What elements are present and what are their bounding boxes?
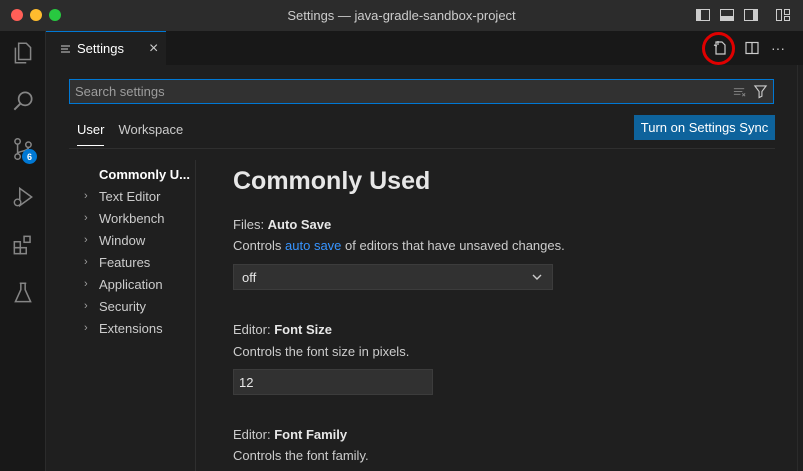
divider bbox=[69, 148, 775, 149]
toc-item-label: Text Editor bbox=[99, 188, 161, 204]
setting-category: Editor: bbox=[233, 427, 275, 442]
chevron-right-icon: › bbox=[84, 190, 88, 202]
toc-item-text-editor[interactable]: › Text Editor bbox=[84, 185, 196, 207]
editor-tab-bar: Settings × ··· bbox=[46, 31, 803, 65]
setting-title-font-family: Editor: Font Family bbox=[233, 427, 347, 442]
setting-title-font-size: Editor: Font Size bbox=[233, 322, 332, 337]
setting-title-auto-save: Files: Auto Save bbox=[233, 217, 331, 232]
tab-settings[interactable]: Settings × bbox=[46, 31, 166, 65]
split-editor-button[interactable] bbox=[741, 37, 763, 59]
chevron-down-icon bbox=[532, 274, 542, 280]
filter-icon[interactable] bbox=[753, 84, 768, 99]
auto-save-link[interactable]: auto save bbox=[285, 238, 341, 253]
activity-bar: 6 bbox=[0, 31, 46, 471]
setting-category: Editor: bbox=[233, 322, 275, 337]
toc-item-label: Workbench bbox=[99, 210, 165, 226]
chevron-right-icon: › bbox=[84, 300, 88, 312]
setting-name: Font Family bbox=[274, 427, 348, 442]
setting-description-font-family: Controls the font family. bbox=[233, 448, 369, 463]
chevron-right-icon: › bbox=[84, 212, 88, 224]
auto-save-select[interactable]: off bbox=[233, 264, 553, 290]
window-title: Settings — java-gradle-sandbox-project bbox=[287, 8, 516, 23]
settings-list-icon bbox=[61, 45, 70, 52]
explorer-icon[interactable] bbox=[0, 33, 46, 73]
customize-layout-icon[interactable] bbox=[775, 7, 791, 23]
settings-toc: Commonly U... › Text Editor › Workbench › W… bbox=[84, 163, 196, 339]
chevron-right-icon: › bbox=[84, 256, 88, 268]
source-control-badge: 6 bbox=[22, 149, 37, 164]
testing-flask-icon[interactable] bbox=[0, 273, 46, 313]
section-heading: Commonly Used bbox=[233, 167, 431, 195]
source-control-icon[interactable]: 6 bbox=[0, 129, 46, 169]
toc-item-commonly-used[interactable]: Commonly U... bbox=[84, 163, 196, 185]
run-debug-icon[interactable] bbox=[0, 177, 46, 217]
toc-item-application[interactable]: › Application bbox=[84, 273, 196, 295]
toc-item-label: Features bbox=[99, 254, 151, 270]
search-input[interactable] bbox=[70, 84, 732, 99]
desc-text: of editors that have unsaved changes. bbox=[341, 238, 565, 253]
desc-text: Controls bbox=[233, 238, 286, 253]
title-bar: Settings — java-gradle-sandbox-project bbox=[0, 0, 803, 31]
toc-item-label: Commonly U... bbox=[99, 166, 191, 182]
toc-item-extensions[interactable]: › Extensions bbox=[84, 317, 196, 339]
setting-name: Auto Save bbox=[267, 217, 332, 232]
toc-item-label: Window bbox=[99, 232, 146, 248]
auto-save-value: off bbox=[242, 269, 257, 285]
toc-item-window[interactable]: › Window bbox=[84, 229, 196, 251]
turn-on-settings-sync-button[interactable]: Turn on Settings Sync bbox=[634, 115, 775, 140]
toc-divider bbox=[195, 160, 196, 471]
open-settings-json-button[interactable] bbox=[702, 32, 735, 65]
highlight-circle bbox=[702, 32, 735, 65]
search-settings-box bbox=[69, 79, 774, 104]
tab-label: Settings bbox=[77, 41, 124, 56]
toc-item-security[interactable]: › Security bbox=[84, 295, 196, 317]
clear-filter-icon[interactable] bbox=[732, 84, 747, 99]
more-actions-button[interactable]: ··· bbox=[767, 37, 789, 59]
setting-description-font-size: Controls the font size in pixels. bbox=[233, 344, 410, 359]
toc-item-workbench[interactable]: › Workbench bbox=[84, 207, 196, 229]
setting-description-auto-save: Controls auto save of editors that have … bbox=[233, 238, 565, 253]
search-icon[interactable] bbox=[0, 81, 46, 121]
extensions-icon[interactable] bbox=[0, 225, 46, 265]
scrollbar-track[interactable] bbox=[797, 65, 803, 471]
toggle-secondary-sidebar-icon[interactable] bbox=[743, 7, 759, 23]
chevron-right-icon: › bbox=[84, 322, 88, 334]
toggle-primary-sidebar-icon[interactable] bbox=[695, 7, 711, 23]
toc-item-label: Security bbox=[99, 298, 146, 314]
setting-category: Files: bbox=[233, 217, 268, 232]
toggle-panel-icon[interactable] bbox=[719, 7, 735, 23]
close-tab-button[interactable]: × bbox=[149, 40, 158, 57]
setting-name: Font Size bbox=[274, 322, 332, 337]
font-size-input[interactable] bbox=[233, 369, 433, 395]
tab-user[interactable]: User bbox=[77, 122, 105, 146]
chevron-right-icon: › bbox=[84, 278, 88, 290]
toc-item-label: Extensions bbox=[99, 320, 163, 336]
toc-item-label: Application bbox=[99, 276, 163, 292]
toc-item-features[interactable]: › Features bbox=[84, 251, 196, 273]
split-editor-icon bbox=[745, 41, 759, 55]
chevron-right-icon: › bbox=[84, 234, 88, 246]
tab-workspace[interactable]: Workspace bbox=[118, 122, 183, 146]
